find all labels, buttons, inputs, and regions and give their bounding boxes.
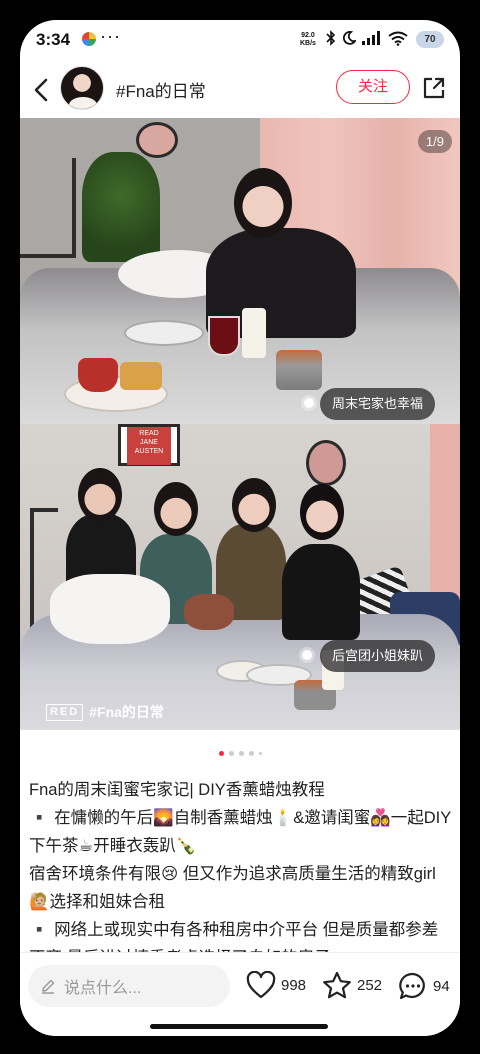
comment-button[interactable]: 94 <box>398 971 450 1001</box>
caption-line-1: Fna的周末闺蜜宅家记| DIY香薰蜡烛教程 <box>29 781 325 799</box>
plant <box>82 152 160 262</box>
author-avatar[interactable] <box>60 66 104 110</box>
app-notification-icon <box>82 32 96 46</box>
caption-line-4: ▪️ 网络上或现实中有各种租房中介平台 但是质量都参差不齐 最后进过慎重考虑选择… <box>29 921 439 952</box>
bed-frame <box>20 158 76 258</box>
note-caption: Fna的周末闺蜜宅家记| DIY香薰蜡烛教程 ▪️ 在慵懒的午后🌄自制香薰蜡烛🕯… <box>29 776 453 952</box>
network-speed: 92.0 KB/s <box>300 32 316 48</box>
person-4 <box>282 544 360 640</box>
strawberry-bowl <box>78 358 118 392</box>
poster-line-2: JANE <box>140 439 158 446</box>
comment-count: 94 <box>433 977 450 995</box>
status-icons <box>326 30 408 46</box>
more-notifications-icon: ··· <box>100 26 121 46</box>
tag1-dot <box>304 398 314 408</box>
note-header: #Fna的日常 关注 <box>20 62 460 118</box>
wine-glass <box>208 316 240 356</box>
poster-line-3: AUSTEN <box>134 448 164 455</box>
fluffy-pillow-2 <box>50 574 170 644</box>
battery-indicator: 70 <box>416 31 444 48</box>
comment-placeholder: 说点什么... <box>64 980 142 997</box>
person-2-head <box>154 482 198 536</box>
poster-frame: READ JANE AUSTEN <box>118 424 180 466</box>
pink-curtain-2 <box>430 424 460 604</box>
follow-button[interactable]: 关注 <box>336 70 410 104</box>
share-button[interactable] <box>422 76 446 100</box>
like-button[interactable]: 998 <box>246 971 306 999</box>
indicator-dot[interactable] <box>228 750 234 756</box>
screen: 3:34 ··· 92.0 KB/s 70 #Fna的日常 关注 1/9 周末宅… <box>20 20 460 1036</box>
bluetooth-icon <box>326 30 336 46</box>
back-button[interactable] <box>26 74 56 106</box>
image-counter: 1/9 <box>417 130 452 153</box>
poster-line-1: READ <box>139 430 159 437</box>
collect-button[interactable]: 252 <box>322 971 382 1000</box>
candle <box>242 308 266 358</box>
carousel-indicators <box>20 748 460 758</box>
person-4-head <box>300 484 344 540</box>
person-1-head <box>78 468 122 522</box>
caption-line-2: ▪️ 在慵懒的午后🌄自制香薰蜡烛🕯️&邀请闺蜜👩‍❤️‍👩一起DIY下午茶☕开睡… <box>29 809 452 855</box>
round-mirror-2 <box>306 440 346 486</box>
like-count: 998 <box>281 976 307 994</box>
indicator-dot[interactable] <box>258 751 262 755</box>
watermark-brand: RED <box>46 703 84 721</box>
heart-icon <box>246 971 276 999</box>
teddy-bear <box>184 594 234 630</box>
bread <box>120 362 162 390</box>
comment-bubble-icon <box>399 972 425 1000</box>
carousel-image-1[interactable]: 1/9 周末宅家也幸福 <box>20 118 460 424</box>
star-icon <box>323 971 351 999</box>
watermark-handle: #Fna的日常 <box>89 704 164 720</box>
indicator-dot[interactable] <box>238 750 244 756</box>
chevron-left-icon <box>34 78 48 102</box>
red-watermark: RED #Fna的日常 <box>46 702 164 722</box>
plate-food <box>124 320 204 346</box>
pencil-icon <box>42 979 55 994</box>
phone-frame: 3:34 ··· 92.0 KB/s 70 #Fna的日常 关注 1/9 周末宅… <box>0 0 480 1054</box>
author-name[interactable]: #Fna的日常 <box>116 77 206 102</box>
status-time: 3:34 <box>36 30 71 49</box>
star-count: 252 <box>357 977 383 994</box>
image-tag-2[interactable]: 后宫团小姐妹趴 <box>320 640 436 672</box>
carousel-image-2[interactable]: READ JANE AUSTEN 后宫团小姐妹趴 RED #Fna的日常 <box>20 424 460 730</box>
home-indicator[interactable] <box>150 1024 328 1029</box>
indicator-dot[interactable] <box>218 750 224 756</box>
network-speed-unit: KB/s <box>300 40 316 47</box>
bottom-action-bar: 说点什么... 998 252 94 <box>20 952 460 1036</box>
caption-line-3: 宿舍环境条件有限😢 但又作为追求高质量生活的精致girl🙋🏼选择和姐妹合租 <box>29 865 436 911</box>
person-head <box>234 168 292 238</box>
moon-icon <box>342 31 356 45</box>
tag2-dot <box>302 650 312 660</box>
comment-input[interactable]: 说点什么... <box>28 965 230 1007</box>
indicator-dot[interactable] <box>248 750 254 756</box>
person-3-head <box>232 478 276 532</box>
round-mirror <box>136 122 178 158</box>
signal-icon <box>362 31 380 45</box>
candle-tin <box>276 350 322 390</box>
status-bar: 3:34 ··· 92.0 KB/s 70 <box>20 20 460 62</box>
poster-text: READ JANE AUSTEN <box>127 427 171 465</box>
wifi-icon <box>388 31 408 46</box>
network-speed-value: 92.0 <box>301 32 315 39</box>
image-tag-1[interactable]: 周末宅家也幸福 <box>320 388 436 420</box>
